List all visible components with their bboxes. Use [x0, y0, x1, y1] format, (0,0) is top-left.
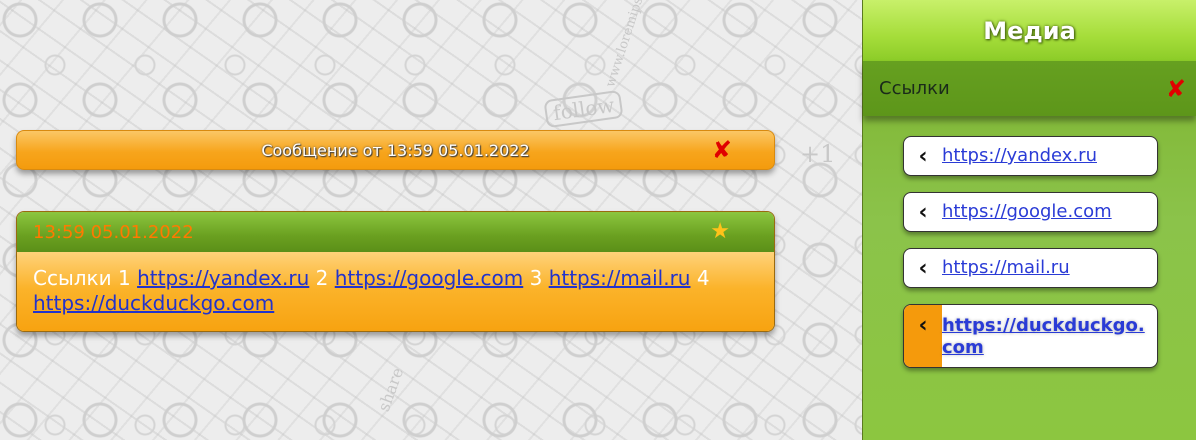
link-number: 3	[529, 266, 543, 290]
sidebar-link-list: ‹ https://yandex.ru ‹ https://google.com…	[903, 136, 1158, 384]
chevron-left-icon[interactable]: ‹	[904, 144, 942, 169]
message-date: 13:59 05.01.2022	[33, 221, 194, 243]
doodle-text: +1	[800, 140, 836, 168]
link-number: 4	[696, 266, 710, 290]
chevron-left-icon[interactable]: ‹	[904, 305, 942, 367]
sidebar-header: Медиа	[863, 0, 1196, 61]
sidebar-title: Медиа	[983, 16, 1076, 45]
link-number: 2	[315, 266, 329, 290]
doodle-text: follow	[543, 89, 624, 129]
sidebar-link-item-active[interactable]: ‹ https://duckduckgo. com	[903, 304, 1158, 368]
doodle-text: share	[373, 365, 408, 414]
sidebar-link-item[interactable]: ‹ https://mail.ru	[903, 248, 1158, 288]
message-body: Ссылки 1 https://yandex.ru 2 https://goo…	[17, 252, 774, 331]
message-link[interactable]: https://yandex.ru	[137, 266, 309, 290]
message-link[interactable]: https://mail.ru	[549, 266, 691, 290]
message-link[interactable]: https://google.com	[335, 266, 524, 290]
message-header-title: Сообщение от 13:59 05.01.2022	[261, 140, 530, 160]
sidebar-section-label: Ссылки	[879, 78, 950, 99]
sidebar-link[interactable]: https://mail.ru	[942, 257, 1070, 279]
close-icon[interactable]: ✘	[712, 138, 732, 162]
sidebar-link-item[interactable]: ‹ https://google.com	[903, 192, 1158, 232]
message-link[interactable]: https://duckduckgo.com	[33, 291, 274, 315]
star-icon[interactable]: ★	[710, 219, 730, 244]
sidebar-link[interactable]: https://yandex.ru	[942, 145, 1097, 167]
message-prefix: Ссылки	[33, 266, 112, 290]
chevron-left-icon[interactable]: ‹	[904, 200, 942, 225]
message-card: 13:59 05.01.2022 ★ Ссылки 1 https://yand…	[16, 211, 775, 332]
sidebar-link[interactable]: https://google.com	[942, 201, 1112, 223]
message-header-bar[interactable]: Сообщение от 13:59 05.01.2022 ✘	[16, 130, 775, 170]
sidebar-link[interactable]: https://duckduckgo. com	[942, 305, 1155, 367]
chevron-left-icon[interactable]: ‹	[904, 256, 942, 281]
link-number: 1	[117, 266, 131, 290]
close-icon[interactable]: ✘	[1166, 77, 1186, 101]
sidebar-link-item[interactable]: ‹ https://yandex.ru	[903, 136, 1158, 176]
message-card-header: 13:59 05.01.2022 ★	[17, 212, 774, 252]
doodle-text: www.loremipsum.com	[603, 0, 663, 90]
sidebar-section-header: Ссылки ✘	[863, 61, 1196, 116]
